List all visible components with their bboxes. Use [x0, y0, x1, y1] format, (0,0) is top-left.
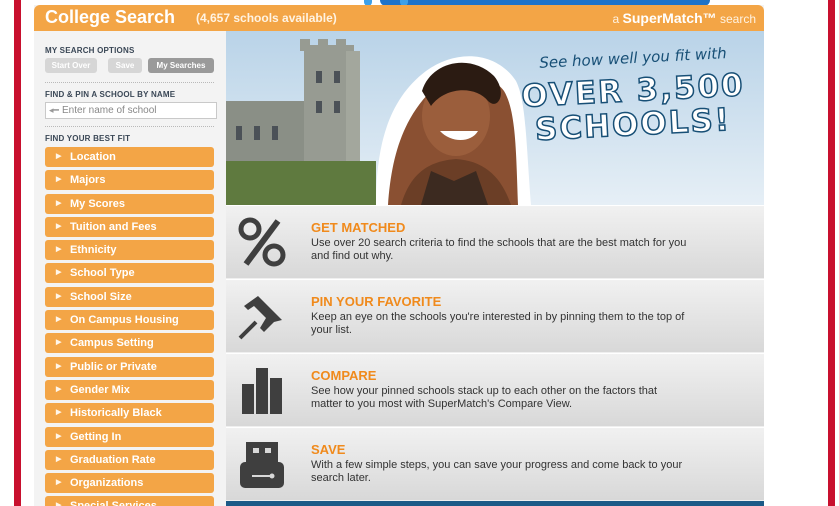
pin-icon: ◂━ — [49, 105, 59, 115]
fit-item-location[interactable]: ▶ Location — [45, 147, 214, 167]
supermatch-brand[interactable]: a SuperMatch™ search — [612, 10, 756, 26]
divider — [45, 82, 214, 83]
search-options-label: MY SEARCH OPTIONS — [45, 46, 135, 55]
hero-banner: See how well you fit with OVER 3,500 SCH… — [226, 31, 764, 205]
fit-item-tuition[interactable]: ▶ Tuition and Fees — [45, 216, 214, 237]
feature-save: SAVE With a few simple steps, you can sa… — [226, 427, 764, 500]
best-fit-label: FIND YOUR BEST FIT — [45, 134, 131, 143]
sidebar: MY SEARCH OPTIONS Start Over Save My Sea… — [34, 31, 224, 506]
fit-item-label: My Scores — [70, 197, 126, 210]
app-title: College Search — [45, 7, 176, 27]
fit-item-my-scores[interactable]: ▶ My Scores — [45, 193, 214, 214]
fit-item-school-size[interactable]: ▶ School Size — [45, 286, 214, 307]
chevron-right-icon: ▶ — [56, 455, 62, 463]
feature-description: Keep an eye on the schools you're intere… — [311, 311, 685, 336]
feature-get-matched: GET MATCHED Use over 20 search criteria … — [226, 205, 764, 278]
feature-title: COMPARE — [311, 368, 377, 383]
fit-item-label: Campus Setting — [70, 337, 154, 350]
pushpin-icon — [238, 296, 282, 340]
school-name-input[interactable]: ◂━ Enter name of school — [45, 102, 217, 119]
my-searches-button[interactable]: My Searches — [148, 58, 214, 73]
feature-pin-favorite: PIN YOUR FAVORITE Keep an eye on the sch… — [226, 279, 764, 352]
fit-item-majors[interactable]: ▶ Majors — [45, 170, 214, 191]
fit-item-public-private[interactable]: ▶ Public or Private — [45, 356, 214, 377]
chevron-right-icon: ▶ — [56, 339, 62, 347]
fit-item-label: Public or Private — [70, 360, 157, 373]
find-pin-label: FIND & PIN A SCHOOL BY NAME — [45, 90, 176, 99]
fit-item-label: Graduation Rate — [70, 453, 156, 466]
fit-criteria-list: ▶ Location ▶ Majors ▶ My Scores ▶ Tuition an… — [45, 147, 214, 506]
fit-item-getting-in[interactable]: ▶ Getting In — [45, 426, 214, 447]
feature-title: SAVE — [311, 442, 346, 457]
feature-title: PIN YOUR FAVORITE — [311, 294, 442, 309]
feature-compare: COMPARE See how your pinned schools stac… — [226, 353, 764, 426]
fit-item-label: Gender Mix — [70, 383, 130, 396]
chevron-right-icon: ▶ — [56, 153, 62, 160]
fit-item-label: Historically Black — [70, 407, 162, 420]
college-search-widget: College Search (4,657 schools available)… — [34, 5, 764, 506]
feature-title: GET MATCHED — [311, 220, 406, 235]
chevron-right-icon: ▶ — [56, 502, 62, 506]
schools-count: (4,657 schools available) — [196, 11, 337, 25]
chevron-right-icon: ▶ — [56, 385, 62, 393]
fit-item-label: Location — [70, 151, 116, 163]
fit-item-label: Majors — [70, 174, 106, 187]
fit-item-label: Tuition and Fees — [70, 220, 157, 233]
save-search-button[interactable]: Save — [108, 58, 142, 73]
chevron-right-icon: ▶ — [56, 269, 62, 277]
chevron-right-icon: ▶ — [56, 432, 62, 440]
brand-name: SuperMatch™ — [622, 10, 717, 26]
feature-description: See how your pinned schools stack up to … — [311, 385, 658, 410]
fit-item-label: Getting In — [70, 430, 122, 443]
fit-item-special-services[interactable]: ▶ Special Services — [45, 496, 214, 506]
chevron-right-icon: ▶ — [56, 362, 62, 370]
bar-chart-icon — [242, 368, 282, 414]
fit-item-organizations[interactable]: ▶ Organizations — [45, 473, 214, 494]
chevron-right-icon: ▶ — [56, 176, 62, 184]
chevron-right-icon: ▶ — [56, 222, 62, 230]
divider — [45, 126, 214, 127]
brand-suffix: search — [719, 12, 756, 26]
fit-item-label: On Campus Housing — [70, 314, 179, 327]
main-panel: See how well you fit with OVER 3,500 SCH… — [226, 31, 764, 506]
hero-tagline: See how well you fit with OVER 3,500 SCH… — [508, 44, 758, 149]
percent-icon — [238, 217, 286, 267]
chevron-right-icon: ▶ — [56, 199, 62, 207]
fit-item-label: Organizations — [70, 477, 144, 490]
fit-item-label: Special Services — [70, 496, 157, 506]
brand-prefix: a — [612, 12, 620, 26]
fit-item-historically-black[interactable]: ▶ Historically Black — [45, 403, 214, 424]
feature-description: With a few simple steps, you can save yo… — [311, 459, 683, 484]
header-bar: College Search (4,657 schools available)… — [34, 5, 764, 31]
fit-item-gender-mix[interactable]: ▶ Gender Mix — [45, 379, 214, 400]
school-name-placeholder: Enter name of school — [62, 105, 157, 116]
chevron-right-icon: ▶ — [56, 409, 62, 417]
feature-description: Use over 20 search criteria to find the … — [311, 237, 687, 262]
chevron-right-icon: ▶ — [56, 246, 62, 254]
fit-item-campus-setting[interactable]: ▶ Campus Setting — [45, 333, 214, 354]
chevron-right-icon: ▶ — [56, 316, 62, 324]
fit-item-graduation-rate[interactable]: ▶ Graduation Rate — [45, 449, 214, 470]
fit-item-label: Ethnicity — [70, 244, 117, 257]
bottom-banner-edge — [226, 501, 764, 506]
fit-item-housing[interactable]: ▶ On Campus Housing — [45, 310, 214, 331]
chevron-right-icon: ▶ — [56, 292, 62, 300]
fit-item-school-type[interactable]: ▶ School Type — [45, 263, 214, 284]
start-over-button[interactable]: Start Over — [45, 58, 97, 73]
chevron-right-icon: ▶ — [56, 479, 62, 487]
fit-item-label: School Size — [70, 290, 132, 303]
usb-drive-icon — [240, 442, 284, 488]
page-edge-right — [828, 0, 835, 506]
fit-item-ethnicity[interactable]: ▶ Ethnicity — [45, 240, 214, 261]
page-edge-left — [14, 0, 21, 506]
fit-item-label: School Type — [70, 267, 135, 280]
